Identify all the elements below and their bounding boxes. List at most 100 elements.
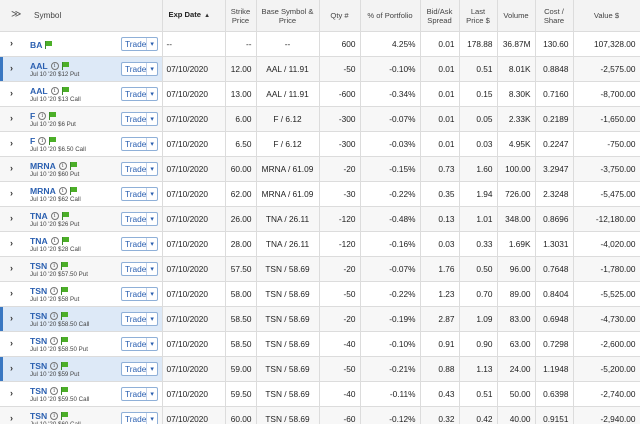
info-icon[interactable]: i (50, 387, 59, 395)
table-row[interactable]: › TSN i Jul 10 '20 $59 Put Trade ▾ 07/10… (0, 356, 640, 382)
info-icon[interactable]: i (50, 337, 59, 345)
ticker-link[interactable]: F (30, 136, 35, 146)
info-icon[interactable]: i (50, 412, 59, 420)
chevron-right-icon[interactable]: › (10, 39, 13, 48)
trade-dropdown[interactable]: Trade ▾ (121, 287, 158, 301)
chevron-down-icon[interactable]: ▾ (146, 288, 157, 300)
chevron-right-icon[interactable]: › (10, 414, 13, 423)
info-icon[interactable]: i (50, 237, 59, 245)
chevron-right-icon[interactable]: › (10, 139, 13, 148)
info-icon[interactable]: i (50, 287, 59, 295)
spread-header[interactable]: Bid/Ask Spread (420, 0, 460, 32)
chevron-right-icon[interactable]: › (10, 364, 13, 373)
expand-all-icon[interactable]: ≫ (11, 10, 22, 20)
chevron-down-icon[interactable]: ▾ (146, 263, 157, 275)
chevron-down-icon[interactable]: ▾ (146, 138, 157, 150)
ticker-link[interactable]: MRNA (30, 186, 56, 196)
green-flag-icon[interactable] (49, 137, 57, 145)
volume-header[interactable]: Volume (497, 0, 536, 32)
chevron-right-icon[interactable]: › (10, 89, 13, 98)
info-icon[interactable]: i (50, 87, 59, 95)
ticker-link[interactable]: TSN (30, 261, 47, 271)
ticker-link[interactable]: TNA (30, 211, 48, 221)
green-flag-icon[interactable] (45, 41, 53, 49)
chevron-down-icon[interactable]: ▾ (146, 413, 157, 424)
green-flag-icon[interactable] (61, 212, 70, 220)
green-flag-icon[interactable] (61, 62, 70, 70)
info-icon[interactable]: i (58, 187, 67, 195)
ticker-link[interactable]: TNA (30, 236, 48, 246)
chevron-down-icon[interactable]: ▾ (146, 113, 157, 125)
green-flag-icon[interactable] (61, 337, 69, 345)
green-flag-icon[interactable] (61, 287, 69, 295)
ticker-link[interactable]: TSN (30, 336, 47, 346)
chevron-right-icon[interactable]: › (10, 164, 13, 173)
trade-dropdown[interactable]: Trade ▾ (121, 87, 158, 101)
chevron-right-icon[interactable]: › (10, 289, 13, 298)
ticker-link[interactable]: F (30, 111, 35, 121)
chevron-down-icon[interactable]: ▾ (146, 163, 157, 175)
table-row[interactable]: › TSN i Jul 10 '20 $57.50 Put Trade ▾ 07… (0, 256, 640, 282)
ticker-link[interactable]: AAL (30, 61, 48, 71)
cost-header[interactable]: Cost / Share (535, 0, 574, 32)
table-row[interactable]: › MRNA i Jul 10 '20 $62 Call Trade ▾ 07/… (0, 181, 640, 207)
table-row[interactable]: › TSN i Jul 10 '20 $58.50 Call Trade ▾ 0… (0, 306, 640, 332)
trade-dropdown[interactable]: Trade ▾ (121, 237, 158, 251)
table-row[interactable]: › TNA i Jul 10 '20 $28 Call Trade ▾ 07/1… (0, 231, 640, 257)
trade-dropdown[interactable]: Trade ▾ (121, 212, 158, 226)
base-header[interactable]: Base Symbol & Price (256, 0, 320, 32)
chevron-down-icon[interactable]: ▾ (146, 213, 157, 225)
trade-dropdown[interactable]: Trade ▾ (121, 387, 158, 401)
trade-dropdown[interactable]: Trade ▾ (121, 62, 158, 76)
green-flag-icon[interactable] (61, 87, 70, 95)
ticker-link[interactable]: TSN (30, 411, 47, 421)
table-row[interactable]: › F i Jul 10 '20 $6 Put Trade ▾ 07/10/20… (0, 106, 640, 132)
green-flag-icon[interactable] (69, 162, 78, 170)
chevron-right-icon[interactable]: › (10, 389, 13, 398)
symbol-header[interactable]: ≫ Symbol (0, 0, 163, 32)
table-row[interactable]: › BA Trade ▾ -- -- -- 600 4.25% 0.01 178… (0, 31, 640, 57)
info-icon[interactable]: i (50, 362, 59, 370)
ticker-link[interactable]: TSN (30, 386, 47, 396)
chevron-down-icon[interactable]: ▾ (146, 238, 157, 250)
last-header[interactable]: Last Price $ (459, 0, 498, 32)
chevron-right-icon[interactable]: › (10, 214, 13, 223)
chevron-right-icon[interactable]: › (10, 339, 13, 348)
table-row[interactable]: › F i Jul 10 '20 $6.50 Call Trade ▾ 07/1… (0, 131, 640, 157)
trade-dropdown[interactable]: Trade ▾ (121, 412, 158, 424)
trade-dropdown[interactable]: Trade ▾ (121, 137, 158, 151)
table-row[interactable]: › TSN i Jul 10 '20 $60 Call Trade ▾ 07/1… (0, 406, 640, 424)
trade-dropdown[interactable]: Trade ▾ (121, 37, 158, 51)
chevron-down-icon[interactable]: ▾ (146, 388, 157, 400)
table-row[interactable]: › AAL i Jul 10 '20 $12 Put Trade ▾ 07/10… (0, 56, 640, 82)
green-flag-icon[interactable] (61, 312, 69, 320)
chevron-down-icon[interactable]: ▾ (146, 313, 157, 325)
table-row[interactable]: › AAL i Jul 10 '20 $13 Call Trade ▾ 07/1… (0, 81, 640, 107)
qty-header[interactable]: Qty # (319, 0, 361, 32)
chevron-right-icon[interactable]: › (10, 314, 13, 323)
green-flag-icon[interactable] (61, 237, 70, 245)
info-icon[interactable]: i (38, 112, 47, 120)
ticker-link[interactable]: AAL (30, 86, 48, 96)
info-icon[interactable]: i (38, 137, 47, 145)
green-flag-icon[interactable] (61, 262, 69, 270)
trade-dropdown[interactable]: Trade ▾ (121, 187, 158, 201)
chevron-right-icon[interactable]: › (10, 64, 13, 73)
ticker-link[interactable]: TSN (30, 311, 47, 321)
info-icon[interactable]: i (50, 262, 59, 270)
table-row[interactable]: › TSN i Jul 10 '20 $58 Put Trade ▾ 07/10… (0, 281, 640, 307)
strike-header[interactable]: Strike Price (225, 0, 257, 32)
green-flag-icon[interactable] (61, 362, 69, 370)
trade-dropdown[interactable]: Trade ▾ (121, 337, 158, 351)
chevron-right-icon[interactable]: › (10, 189, 13, 198)
ticker-link[interactable]: MRNA (30, 161, 56, 171)
chevron-right-icon[interactable]: › (10, 114, 13, 123)
exp-date-header[interactable]: Exp Date ▲ (162, 0, 226, 32)
chevron-down-icon[interactable]: ▾ (146, 338, 157, 350)
table-row[interactable]: › TSN i Jul 10 '20 $59.50 Call Trade ▾ 0… (0, 381, 640, 407)
chevron-down-icon[interactable]: ▾ (146, 38, 157, 50)
info-icon[interactable]: i (50, 312, 59, 320)
trade-dropdown[interactable]: Trade ▾ (121, 312, 158, 326)
ticker-link[interactable]: BA (30, 40, 42, 50)
trade-dropdown[interactable]: Trade ▾ (121, 262, 158, 276)
